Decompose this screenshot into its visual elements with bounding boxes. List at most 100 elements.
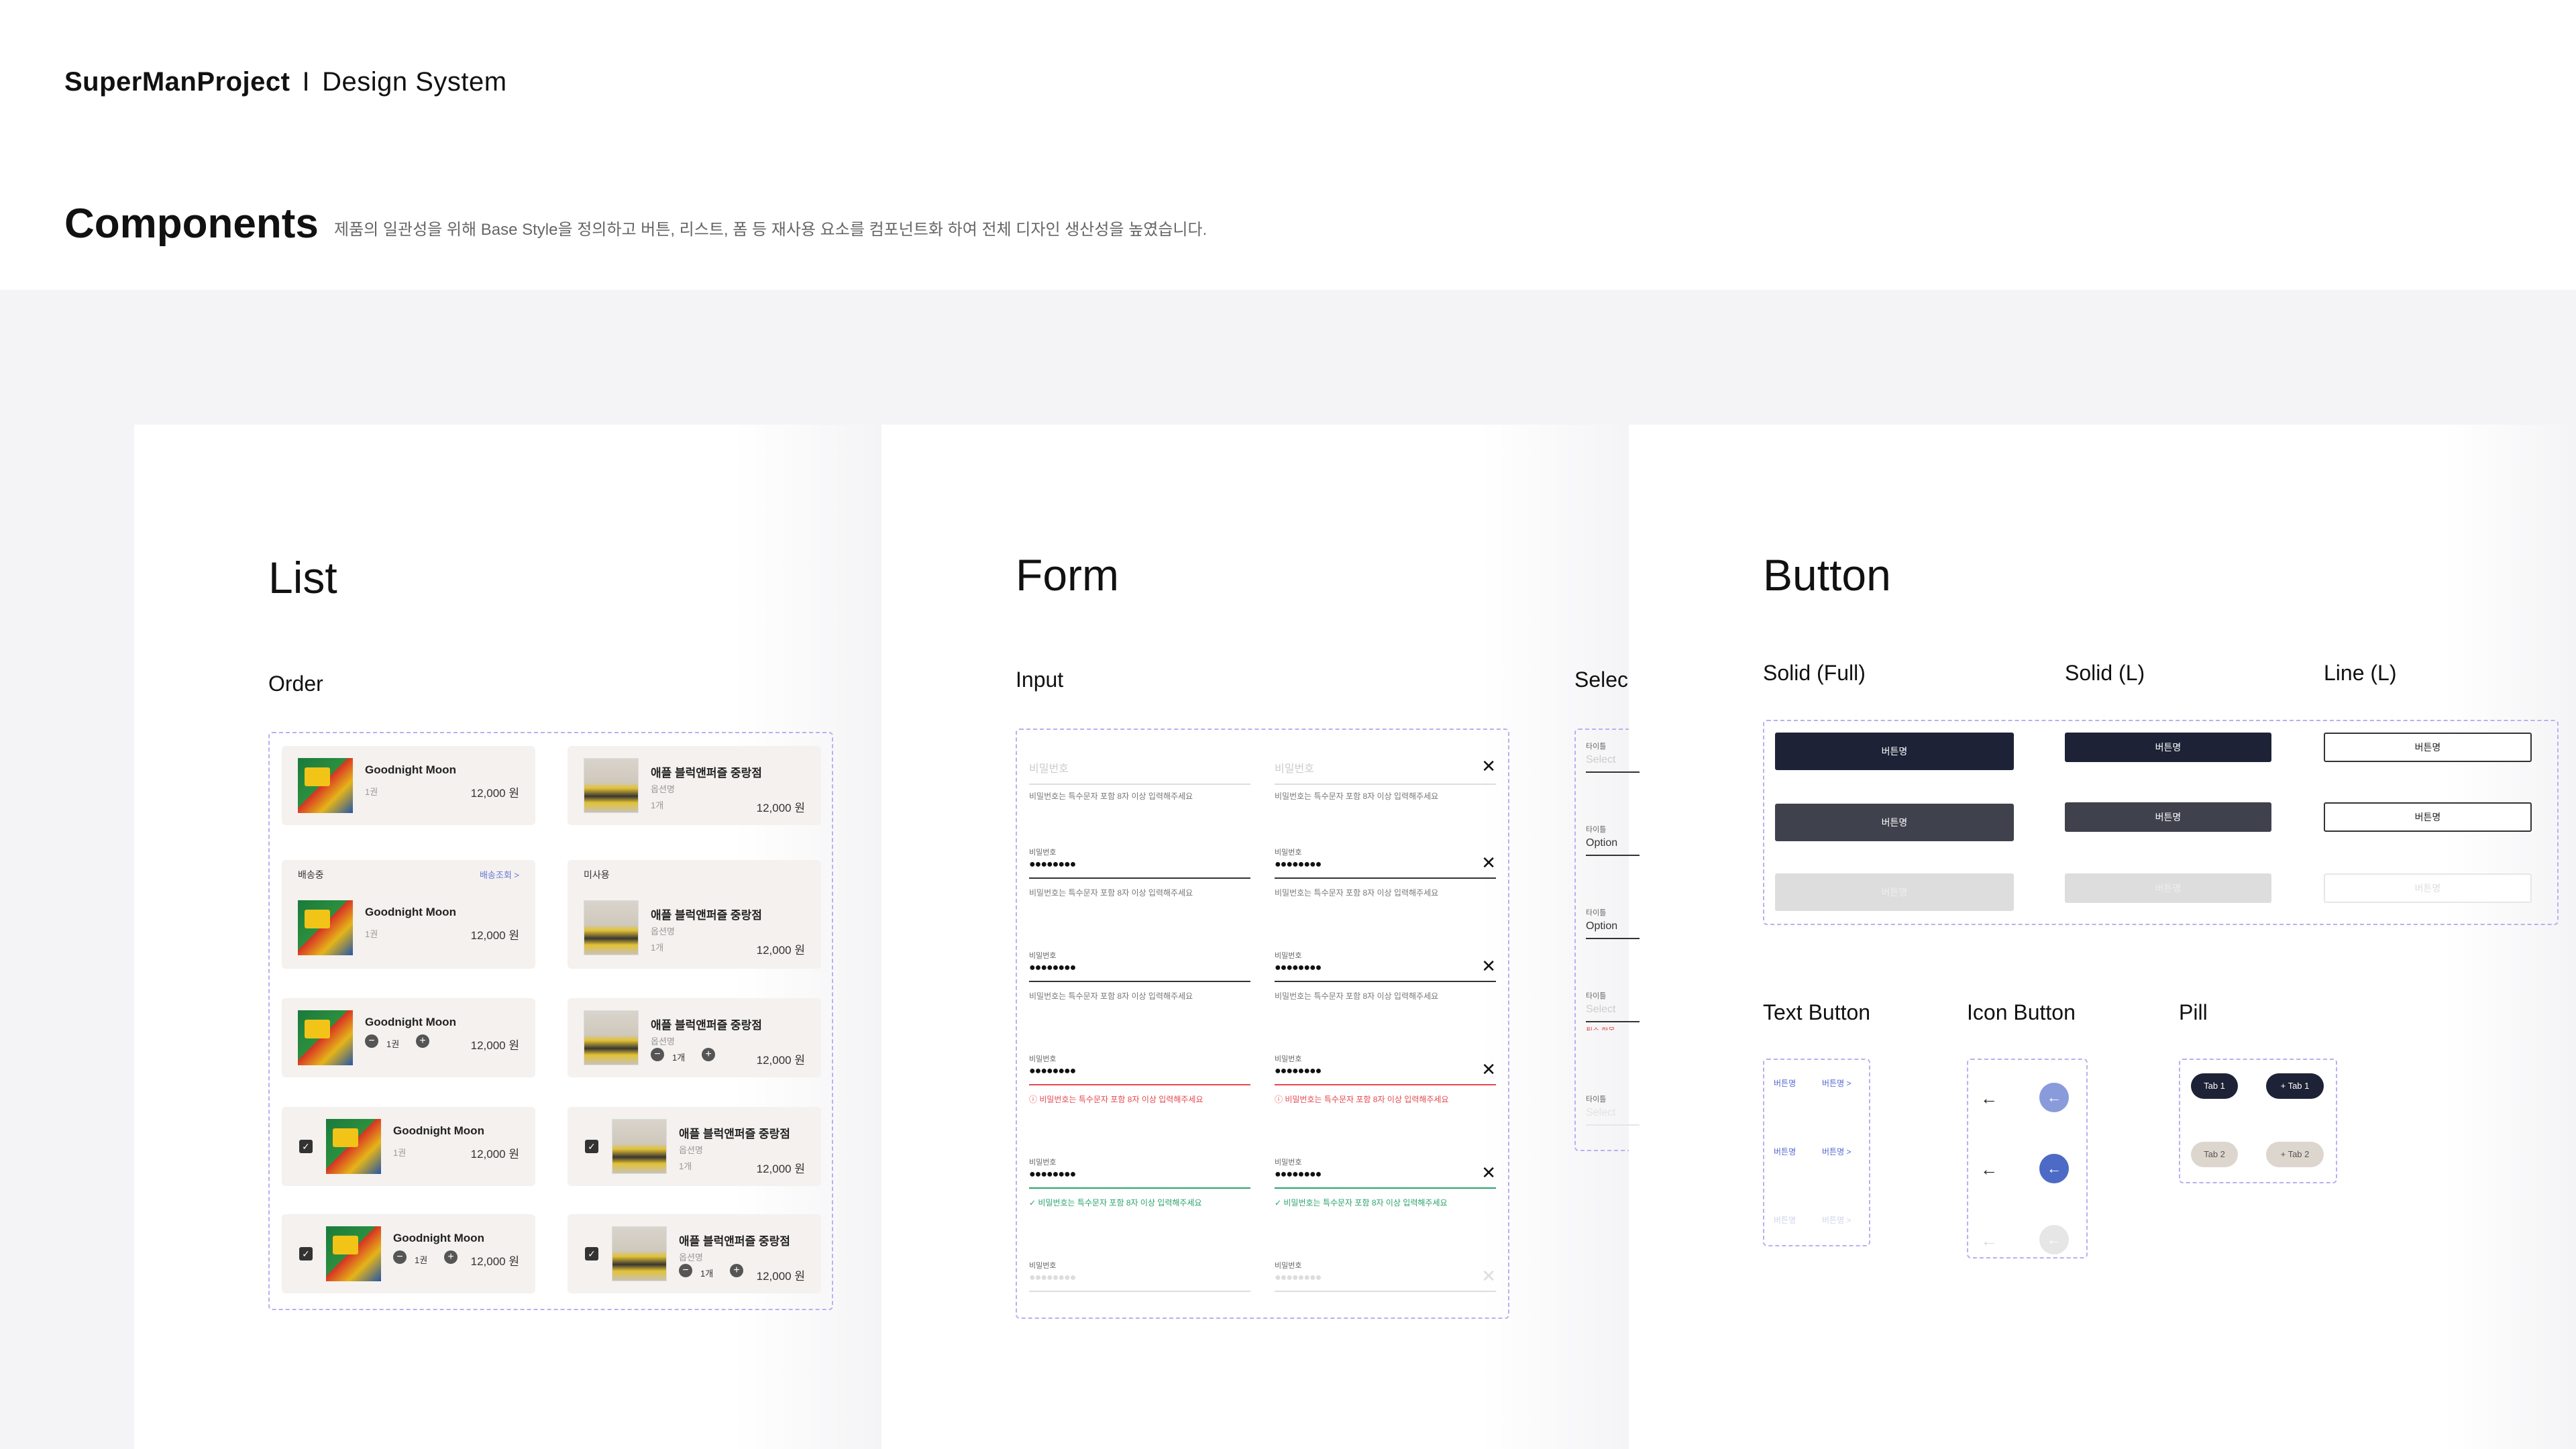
- password-field[interactable]: 비밀번호 비밀번호는 특수문자 포함 8자 이상 입력해주세요 ✕: [1275, 757, 1496, 801]
- minus-button[interactable]: −: [679, 1264, 692, 1277]
- field-underline: [1275, 1084, 1496, 1085]
- status-unused: 미사용: [584, 869, 610, 880]
- field-helper: ✓ 비밀번호는 특수문자 포함 8자 이상 입력해주세요: [1275, 1198, 1448, 1208]
- arrow-left-icon[interactable]: ←: [2039, 1083, 2069, 1112]
- arrow-left-icon: ←: [1980, 1230, 1998, 1250]
- solid-button[interactable]: 버튼명: [2324, 733, 2532, 762]
- item-price: 12,000 원: [756, 1054, 805, 1067]
- brand: SuperManProject I Design System: [64, 67, 507, 97]
- solid-button[interactable]: 버튼명: [1775, 804, 2014, 841]
- select-field[interactable]: 타이틀 Select: [1586, 741, 1640, 781]
- pill-tab2-plus[interactable]: + Tab 2: [2266, 1142, 2324, 1167]
- item-price: 12,000 원: [470, 1255, 519, 1268]
- password-dots: ●●●●●●●●: [1029, 1272, 1076, 1283]
- order-subtitle: Order: [268, 672, 323, 696]
- line-l-subtitle: Line (L): [2324, 661, 2397, 685]
- item-price: 12,000 원: [470, 1039, 519, 1052]
- field-label: 비밀번호: [1275, 1262, 1302, 1270]
- select-field[interactable]: 타이틀 Option: [1586, 824, 1640, 864]
- checkbox[interactable]: ✓: [299, 1247, 313, 1260]
- select-placeholder: Select: [1586, 754, 1616, 765]
- field-helper: 비밀번호는 특수문자 포함 8자 이상 입력해주세요: [1029, 792, 1193, 801]
- arrow-left-icon: ←: [2039, 1225, 2069, 1254]
- plus-button[interactable]: +: [730, 1264, 743, 1277]
- list-card[interactable]: ✓ Goodnight Moon −1권 +12,000 원: [282, 1214, 535, 1293]
- item-title: 애플 블럭앤퍼즐 중랑점: [679, 1235, 790, 1248]
- arrow-left-icon[interactable]: ←: [1980, 1159, 1998, 1180]
- pill-tab1[interactable]: Tab 1: [2191, 1073, 2238, 1099]
- close-icon[interactable]: ✕: [1481, 854, 1496, 871]
- list-card[interactable]: 애플 블럭앤퍼즐 중랑점 옵션명 1개 12,000 원: [568, 746, 821, 825]
- pill-tab1-plus[interactable]: + Tab 1: [2266, 1073, 2324, 1099]
- checkbox[interactable]: ✓: [585, 1247, 598, 1260]
- select-underline: [1586, 938, 1640, 939]
- minus-button[interactable]: −: [365, 1034, 378, 1048]
- list-card[interactable]: ✓ Goodnight Moon 1권 12,000 원: [282, 1107, 535, 1186]
- close-icon[interactable]: ✕: [1481, 1061, 1496, 1078]
- product-image: [612, 1119, 667, 1174]
- field-underline: [1029, 877, 1250, 879]
- list-card[interactable]: 배송중 배송조회 > Goodnight Moon 1권 12,000 원: [282, 860, 535, 969]
- minus-button[interactable]: −: [651, 1048, 664, 1061]
- item-title: 애플 블럭앤퍼즐 중랑점: [651, 767, 762, 780]
- item-meta: 1권: [365, 787, 378, 797]
- password-field[interactable]: 비밀번호 ●●●●●●●● ⓘ 비밀번호는 특수문자 포함 8자 이상 입력해주세요: [1029, 1053, 1250, 1104]
- password-field[interactable]: 비밀번호 ●●●●●●●● ✓ 비밀번호는 특수문자 포함 8자 이상 입력해주세요…: [1275, 1157, 1496, 1208]
- arrow-left-icon[interactable]: ←: [1980, 1088, 1998, 1109]
- solid-button[interactable]: 버튼명: [2065, 802, 2271, 832]
- solid-full-subtitle: Solid (Full): [1763, 661, 1866, 685]
- close-icon[interactable]: ✕: [1481, 757, 1496, 775]
- list-card[interactable]: Goodnight Moon −1권 +12,000 원: [282, 998, 535, 1077]
- checkbox[interactable]: ✓: [585, 1140, 598, 1153]
- plus-button[interactable]: +: [416, 1034, 429, 1048]
- select-field[interactable]: 타이틀 Select 필수 항목: [1586, 990, 1640, 1030]
- checkbox[interactable]: ✓: [299, 1140, 313, 1153]
- password-field[interactable]: 비밀번호비밀번호는 특수문자 포함 8자 이상 입력해주세요: [1029, 759, 1250, 801]
- plus-button[interactable]: +: [444, 1250, 458, 1264]
- password-field[interactable]: 비밀번호 ●●●●●●●● 비밀번호는 특수문자 포함 8자 이상 입력해주세요: [1029, 847, 1250, 898]
- field-underline: [1029, 981, 1250, 982]
- field-helper: ⓘ 비밀번호는 특수문자 포함 8자 이상 입력해주세요: [1275, 1095, 1449, 1104]
- input-frame: [1016, 729, 1509, 1319]
- password-field[interactable]: 비밀번호 ●●●●●●●● 비밀번호는 특수문자 포함 8자 이상 입력해주세요 ✕: [1275, 847, 1496, 898]
- minus-button[interactable]: −: [393, 1250, 407, 1264]
- select-label: 타이틀: [1586, 992, 1607, 1000]
- pill-tab2[interactable]: Tab 2: [2191, 1142, 2238, 1167]
- page-title: Components: [64, 201, 319, 247]
- field-helper: ✓ 비밀번호는 특수문자 포함 8자 이상 입력해주세요: [1029, 1198, 1202, 1208]
- solid-button[interactable]: 버튼명: [2065, 733, 2271, 762]
- field-underline: [1029, 1084, 1250, 1085]
- plus-button[interactable]: +: [702, 1048, 715, 1061]
- password-field[interactable]: 비밀번호 ●●●●●●●● ⓘ 비밀번호는 특수문자 포함 8자 이상 입력해주세요…: [1275, 1053, 1496, 1104]
- arrow-left-icon[interactable]: ←: [2039, 1154, 2069, 1183]
- solid-button[interactable]: 버튼명: [1775, 733, 2014, 770]
- password-placeholder: 비밀번호: [1029, 763, 1069, 775]
- close-icon[interactable]: ✕: [1481, 1164, 1496, 1181]
- list-card[interactable]: 미사용 애플 블럭앤퍼즐 중랑점 옵션명 1개 12,000 원: [568, 860, 821, 969]
- list-card[interactable]: Goodnight Moon 1권 12,000 원: [282, 746, 535, 825]
- solid-button: 버튼명: [1775, 873, 2014, 911]
- solid-button[interactable]: 버튼명: [2324, 802, 2532, 832]
- password-field[interactable]: 비밀번호 ●●●●●●●● 비밀번호는 특수문자 포함 8자 이상 입력해주세요: [1029, 950, 1250, 1001]
- field-label: 비밀번호: [1275, 1055, 1302, 1063]
- password-dots: ●●●●●●●●: [1275, 1169, 1322, 1180]
- book-cover: [326, 1226, 381, 1281]
- list-card[interactable]: 애플 블럭앤퍼즐 중랑점 옵션명 −1개 +12,000 원: [568, 998, 821, 1077]
- text-button[interactable]: 버튼명 >: [1822, 1146, 1851, 1157]
- field-underline: [1275, 1291, 1496, 1292]
- text-button[interactable]: 버튼명 >: [1822, 1077, 1851, 1089]
- password-field[interactable]: 비밀번호 ●●●●●●●● 비밀번호는 특수문자 포함 8자 이상 입력해주세요 ✕: [1275, 950, 1496, 1001]
- text-button[interactable]: 버튼명: [1774, 1146, 1796, 1157]
- field-label: 비밀번호: [1275, 849, 1302, 857]
- list-card[interactable]: ✓ 애플 블럭앤퍼즐 중랑점 옵션명 1개 12,000 원: [568, 1107, 821, 1186]
- track-shipping-link[interactable]: 배송조회 >: [480, 868, 519, 881]
- select-field[interactable]: 타이틀 Option: [1586, 907, 1640, 947]
- select-field: 타이틀 Select: [1586, 1093, 1640, 1134]
- close-icon[interactable]: ✕: [1481, 957, 1496, 975]
- field-underline: [1029, 1187, 1250, 1189]
- text-button[interactable]: 버튼명: [1774, 1077, 1796, 1089]
- password-field[interactable]: 비밀번호 ●●●●●●●● ✓ 비밀번호는 특수문자 포함 8자 이상 입력해주세요: [1029, 1157, 1250, 1208]
- close-icon[interactable]: ✕: [1481, 1267, 1496, 1285]
- book-cover: [326, 1119, 381, 1174]
- list-card[interactable]: ✓ 애플 블럭앤퍼즐 중랑점 옵션명 −1개 +12,000 원: [568, 1214, 821, 1293]
